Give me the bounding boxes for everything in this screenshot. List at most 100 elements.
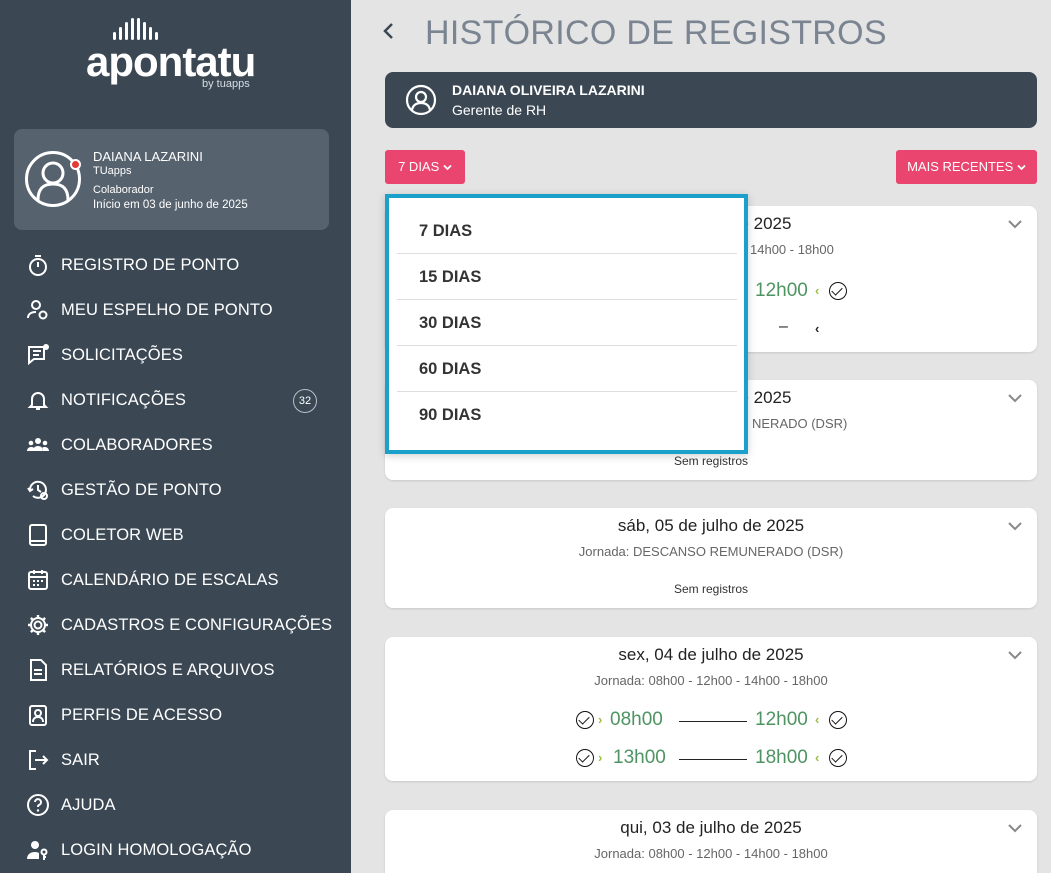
punch-out-time: 12h00 bbox=[755, 280, 808, 301]
sidebar-item-perfis[interactable]: PERFIS DE ACESSO bbox=[0, 693, 351, 738]
day-card[interactable]: sex, 04 de julho de 2025 Jornada: 08h00 … bbox=[385, 637, 1037, 781]
punch-in-time: 13h00 bbox=[613, 747, 666, 768]
card-date: qui, 03 de julho de 2025 bbox=[620, 818, 802, 837]
sidebar-item-registro-de-ponto[interactable]: REGISTRO DE PONTO bbox=[0, 243, 351, 288]
punch-out-time: 18h00 bbox=[755, 747, 808, 768]
days-option-7[interactable]: 7 DIAS bbox=[397, 208, 737, 254]
chevron-left-icon bbox=[383, 23, 393, 39]
profile-name: DAIANA LAZARINI bbox=[93, 149, 203, 164]
option-label: 7 DIAS bbox=[419, 222, 473, 240]
days-filter-button[interactable]: 7 DIAS bbox=[385, 150, 465, 184]
employee-role: Gerente de RH bbox=[452, 102, 547, 118]
arrow-left-icon: ‹ bbox=[815, 750, 820, 765]
sidebar: apontatu by tuapps DAIANA LAZARINI TUapp… bbox=[0, 0, 351, 873]
card-schedule: NERADO (DSR) bbox=[752, 416, 848, 431]
sidebar-item-sair[interactable]: SAIR bbox=[0, 738, 351, 783]
sidebar-item-meu-espelho[interactable]: MEU ESPELHO DE PONTO bbox=[0, 288, 351, 333]
check-circle-icon bbox=[829, 711, 847, 729]
arrow-left-icon: ‹ bbox=[815, 283, 820, 298]
option-label: 15 DIAS bbox=[419, 268, 482, 286]
chevron-down-icon[interactable] bbox=[1007, 520, 1023, 532]
sidebar-item-gestao-de-ponto[interactable]: GESTÃO DE PONTO bbox=[0, 468, 351, 513]
sidebar-item-label: PERFIS DE ACESSO bbox=[61, 706, 223, 724]
sidebar-item-label: RELATÓRIOS E ARQUIVOS bbox=[61, 661, 275, 679]
user-avatar-icon bbox=[36, 161, 70, 200]
pending-dash: – bbox=[779, 318, 788, 335]
arrow-left-icon: ‹ bbox=[815, 712, 820, 727]
profile-start-date: Início em 03 de junho de 2025 bbox=[93, 199, 248, 211]
punch-connector bbox=[679, 721, 747, 722]
days-option-15[interactable]: 15 DIAS bbox=[397, 254, 737, 300]
arrow-left-icon: ‹ bbox=[815, 321, 820, 336]
sidebar-item-label: LOGIN HOMOLOGAÇÃO bbox=[61, 841, 252, 859]
punch-row: 12h00 ‹ bbox=[755, 280, 865, 304]
user-banner: DAIANA OLIVEIRA LAZARINI Gerente de RH bbox=[385, 72, 1037, 128]
profile-card[interactable]: DAIANA LAZARINI TUapps Colaborador Iníci… bbox=[14, 129, 329, 230]
sidebar-item-colaboradores[interactable]: COLABORADORES bbox=[0, 423, 351, 468]
chevron-down-icon[interactable] bbox=[1007, 822, 1023, 834]
chat-icon bbox=[28, 344, 49, 366]
brand-logo[interactable]: apontatu by tuapps bbox=[86, 14, 266, 94]
check-circle-icon bbox=[829, 749, 847, 767]
punch-connector bbox=[679, 759, 747, 760]
check-circle-icon bbox=[829, 282, 847, 300]
sidebar-item-ajuda[interactable]: AJUDA bbox=[0, 783, 351, 828]
sidebar-item-relatorios[interactable]: RELATÓRIOS E ARQUIVOS bbox=[0, 648, 351, 693]
card-date: sáb, 05 de julho de 2025 bbox=[617, 516, 805, 535]
card-schedule: Jornada: 08h00 - 12h00 - 14h00 - 18h00 bbox=[594, 673, 828, 688]
sidebar-item-label: SOLICITAÇÕES bbox=[61, 346, 183, 364]
chevron-down-icon[interactable] bbox=[1007, 218, 1023, 230]
chevron-down-icon[interactable] bbox=[1007, 392, 1023, 404]
days-option-30[interactable]: 30 DIAS bbox=[397, 300, 737, 346]
stopwatch-icon bbox=[29, 255, 47, 276]
day-card[interactable]: qui, 03 de julho de 2025 Jornada: 08h00 … bbox=[385, 810, 1037, 873]
back-button[interactable] bbox=[381, 18, 401, 48]
chevron-down-icon[interactable] bbox=[1007, 649, 1023, 661]
notification-count-badge: 32 bbox=[293, 389, 317, 413]
avatar bbox=[25, 151, 81, 207]
card-schedule: 14h00 - 18h00 bbox=[750, 242, 834, 257]
check-circle-icon bbox=[576, 711, 594, 729]
sidebar-item-label: AJUDA bbox=[61, 796, 116, 814]
days-filter-label: 7 DIAS bbox=[398, 159, 440, 174]
sidebar-nav: REGISTRO DE PONTO MEU ESPELHO DE PONTO S… bbox=[0, 243, 351, 873]
sidebar-item-label: NOTIFICAÇÕES bbox=[61, 391, 186, 409]
card-date: sex, 04 de julho de 2025 bbox=[618, 645, 804, 664]
sidebar-item-login-homologacao[interactable]: LOGIN HOMOLOGAÇÃO bbox=[0, 828, 351, 873]
sidebar-item-label: COLETOR WEB bbox=[61, 526, 184, 544]
days-dropdown-menu: 7 DIAS 15 DIAS 30 DIAS 60 DIAS 90 DIAS bbox=[385, 194, 748, 454]
sidebar-item-notificacoes[interactable]: NOTIFICAÇÕES 32 bbox=[0, 378, 351, 423]
profile-role: Colaborador bbox=[93, 184, 154, 196]
punch-in-time: 08h00 bbox=[610, 709, 663, 730]
sidebar-item-label: CALENDÁRIO DE ESCALAS bbox=[61, 571, 279, 589]
user-key-icon bbox=[27, 841, 48, 860]
sort-button[interactable]: MAIS RECENTES bbox=[896, 150, 1037, 184]
punch-row-pending: – ‹ bbox=[779, 318, 839, 342]
tablet-icon bbox=[29, 524, 47, 546]
logout-icon bbox=[29, 750, 49, 770]
arrow-right-icon: › bbox=[598, 712, 603, 727]
sidebar-item-label: CADASTROS E CONFIGURAÇÕES bbox=[61, 616, 333, 634]
sidebar-item-coletor-web[interactable]: COLETOR WEB bbox=[0, 513, 351, 558]
bell-icon bbox=[27, 392, 49, 410]
sidebar-item-label: COLABORADORES bbox=[61, 436, 213, 454]
sidebar-item-cadastros[interactable]: CADASTROS E CONFIGURAÇÕES bbox=[0, 603, 351, 648]
profile-company: TUapps bbox=[93, 165, 132, 177]
sidebar-item-calendario[interactable]: CALENDÁRIO DE ESCALAS bbox=[0, 558, 351, 603]
sort-label: MAIS RECENTES bbox=[907, 159, 1014, 174]
sidebar-item-label: MEU ESPELHO DE PONTO bbox=[61, 301, 273, 319]
help-icon bbox=[27, 794, 49, 816]
days-option-60[interactable]: 60 DIAS bbox=[397, 346, 737, 392]
chevron-down-icon bbox=[443, 164, 452, 171]
id-badge-icon bbox=[29, 705, 47, 726]
day-card[interactable]: sáb, 05 de julho de 2025 Jornada: DESCAN… bbox=[385, 508, 1037, 608]
check-circle-icon bbox=[576, 749, 594, 767]
sidebar-item-label: GESTÃO DE PONTO bbox=[61, 481, 222, 499]
card-schedule: Jornada: DESCANSO REMUNERADO (DSR) bbox=[578, 544, 844, 559]
sidebar-item-solicitacoes[interactable]: SOLICITAÇÕES bbox=[0, 333, 351, 378]
status-dot bbox=[70, 159, 81, 170]
sidebar-item-label: SAIR bbox=[61, 751, 100, 769]
chevron-down-icon bbox=[1017, 164, 1026, 171]
days-option-90[interactable]: 90 DIAS bbox=[397, 392, 737, 438]
document-icon bbox=[30, 659, 47, 681]
